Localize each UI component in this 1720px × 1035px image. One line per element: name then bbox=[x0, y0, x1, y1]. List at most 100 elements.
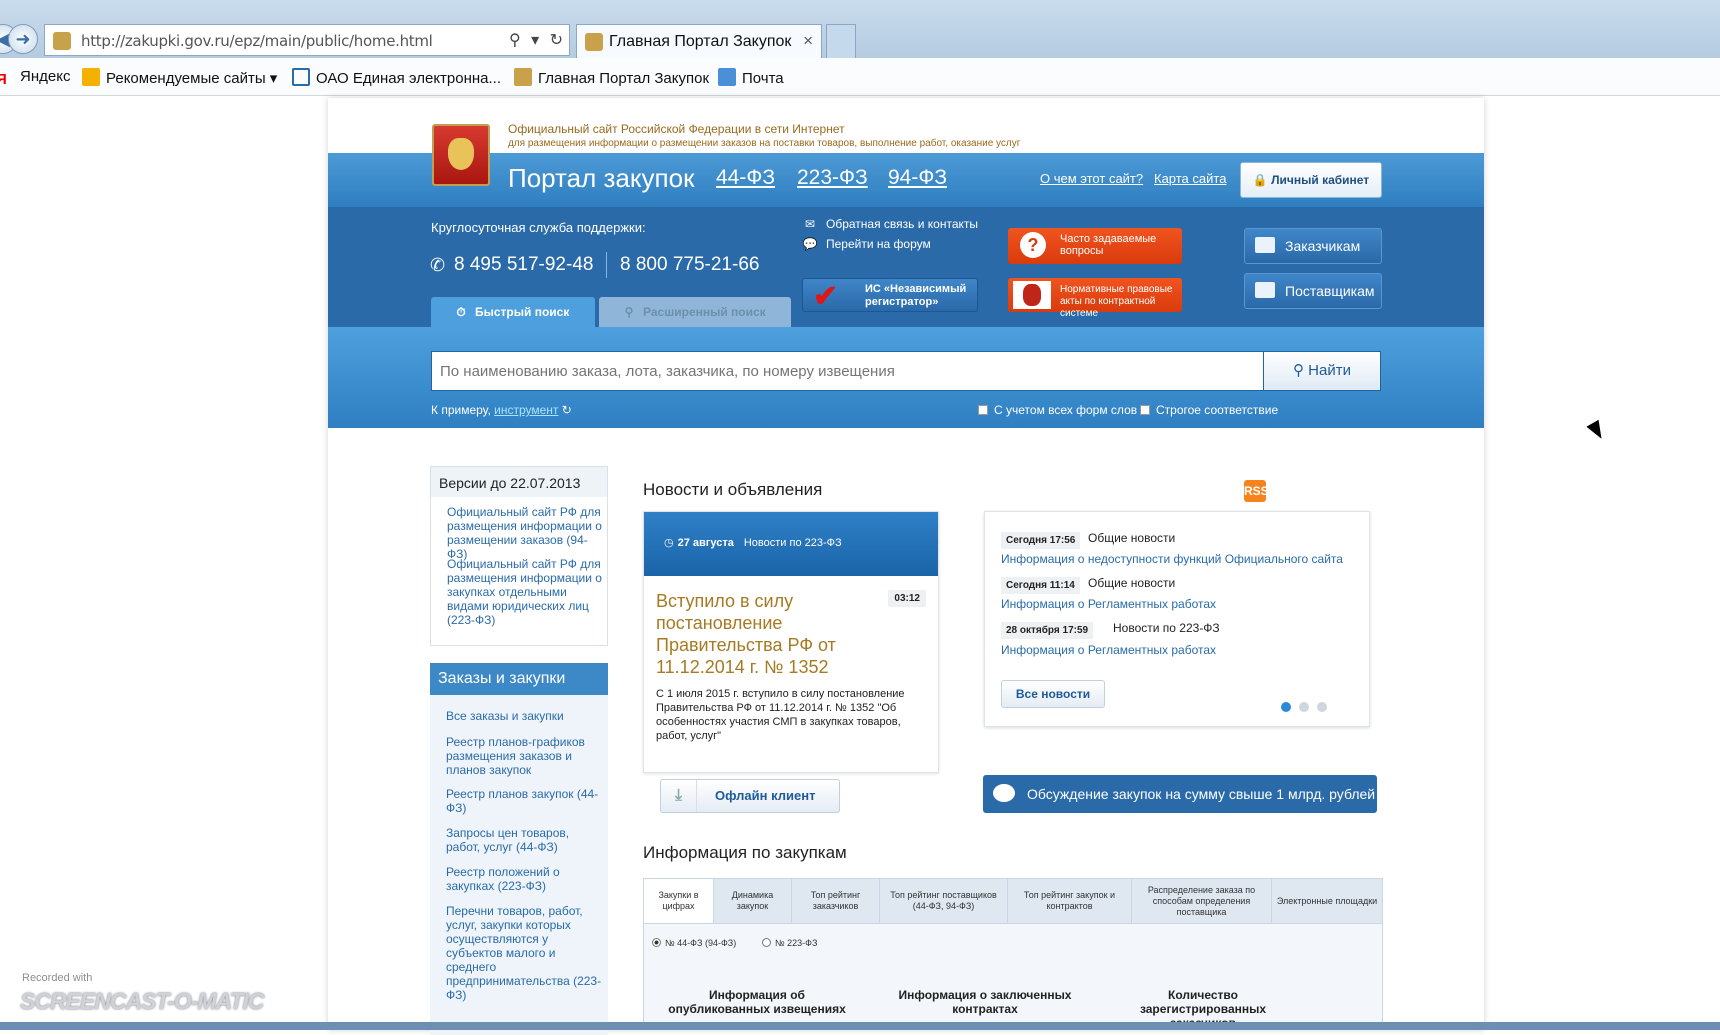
tab-dynamics[interactable]: Динамика закупок bbox=[714, 879, 792, 923]
featured-news-header: ◷ 27 августа Новости по 223-ФЗ bbox=[644, 512, 938, 576]
featured-news-time: 03:12 bbox=[888, 590, 926, 607]
site-favicon bbox=[53, 32, 71, 50]
mail-icon bbox=[718, 68, 736, 86]
version-link-223[interactable]: Официальный сайт РФ для размещения инфор… bbox=[447, 557, 603, 627]
orders-link-all[interactable]: Все заказы и закупки bbox=[446, 709, 602, 723]
feed-link-2[interactable]: Информация о Регламентных работах bbox=[1001, 597, 1216, 611]
law-link-223[interactable]: 223-ФЗ bbox=[797, 166, 868, 190]
customers-button[interactable]: Заказчикам bbox=[1244, 228, 1382, 264]
favorites-bar: Я Яндекс Рекомендуемые сайты ▾ ОАО Единая… bbox=[0, 58, 1720, 96]
feedback-link[interactable]: ✉ Обратная связь и контакты bbox=[802, 217, 978, 231]
support-phone-1: 8 495 517-92-48 bbox=[454, 254, 594, 275]
stopwatch-icon: ⏱ bbox=[456, 305, 466, 319]
offline-client-button[interactable]: ⤓ Офлайн клиент bbox=[660, 779, 840, 813]
strict-match-checkbox[interactable]: Строгое соответствие bbox=[1140, 403, 1278, 417]
dropdown-icon[interactable]: ▾ bbox=[531, 32, 539, 49]
feed-date-1: Сегодня 17:56 bbox=[1001, 532, 1081, 549]
personal-cabinet-button[interactable]: 🔒 Личный кабинет bbox=[1240, 162, 1382, 198]
mouse-cursor-icon bbox=[1586, 419, 1608, 443]
suppliers-button[interactable]: Поставщикам bbox=[1244, 273, 1382, 309]
carousel-dot-1[interactable] bbox=[1281, 702, 1291, 712]
info-col-contracts: Информация о заключенных контрактах bbox=[898, 988, 1072, 1016]
orders-link-plans-44[interactable]: Реестр планов закупок (44-ФЗ) bbox=[446, 787, 602, 815]
info-tabs: Закупки в цифрах Динамика закупок Топ ре… bbox=[643, 878, 1383, 924]
orders-link-smb-lists[interactable]: Перечни товаров, работ, услуг, закупки к… bbox=[446, 904, 602, 1002]
tab-e-platforms[interactable]: Электронные площадки bbox=[1272, 879, 1382, 923]
tab-distribution[interactable]: Распределение заказа по способам определ… bbox=[1132, 879, 1272, 923]
version-link-94[interactable]: Официальный сайт РФ для размещения инфор… bbox=[447, 505, 603, 561]
portal-icon bbox=[514, 68, 532, 86]
forward-button[interactable]: ➜ bbox=[8, 24, 38, 54]
tab-top-suppliers[interactable]: Топ рейтинг поставщиков (44-ФЗ, 94-ФЗ) bbox=[880, 879, 1008, 923]
coat-of-arms-logo[interactable] bbox=[432, 124, 490, 186]
info-col-notices: Информация об опубликованных извещениях bbox=[668, 988, 846, 1016]
carousel-dot-3[interactable] bbox=[1317, 702, 1327, 712]
forum-link[interactable]: 💬 Перейти на форум bbox=[802, 237, 931, 251]
browser-tab[interactable]: Главная Портал Закупок × bbox=[576, 24, 822, 58]
feed-link-1[interactable]: Информация о недоступности функций Офици… bbox=[1001, 552, 1343, 566]
faq-button[interactable]: ? Часто задаваемые вопросы bbox=[1008, 228, 1182, 264]
versions-title: Версии до 22.07.2013 bbox=[431, 467, 607, 497]
feed-date-3: 28 октября 17:59 bbox=[1001, 622, 1094, 639]
info-panel: № 44-ФЗ (94-ФЗ) № 223-ФЗ Информация об о… bbox=[643, 924, 1383, 1030]
support-label: Круглосуточная служба поддержки: bbox=[431, 220, 646, 235]
tab-title: Главная Портал Закупок bbox=[609, 33, 792, 50]
clock-icon: ◷ bbox=[664, 537, 674, 549]
law-link-44[interactable]: 44-ФЗ bbox=[716, 166, 775, 190]
all-forms-checkbox[interactable]: С учетом всех форм слов bbox=[978, 403, 1137, 417]
discussion-button[interactable]: Обсуждение закупок на сумму свыше 1 млрд… bbox=[983, 775, 1377, 813]
rss-icon[interactable]: RSS bbox=[1244, 480, 1269, 502]
feed-link-3[interactable]: Информация о Регламентных работах bbox=[1001, 643, 1216, 657]
refresh-icon[interactable]: ↻ bbox=[550, 32, 563, 49]
favorite-portal[interactable]: Главная Портал Закупок bbox=[514, 68, 709, 87]
favorite-mail[interactable]: Почта bbox=[718, 68, 784, 87]
normative-acts-button[interactable]: Нормативные правовые акты по контрактной… bbox=[1008, 278, 1182, 319]
featured-news-card[interactable]: ◷ 27 августа Новости по 223-ФЗ 03:12 Вступ… bbox=[643, 511, 939, 773]
orders-link-price-requests[interactable]: Запросы цен товаров, работ, услуг (44-ФЗ… bbox=[446, 826, 602, 854]
orders-link-plan-schedules[interactable]: Реестр планов-графиков размещения заказо… bbox=[446, 735, 602, 777]
tab-quick-search[interactable]: ⏱ Быстрый поиск bbox=[431, 297, 595, 327]
featured-news-headline[interactable]: Вступило в силу постановление Правительс… bbox=[656, 590, 884, 678]
favorite-yandex[interactable]: Я Яндекс bbox=[0, 68, 70, 89]
orders-link-regulations[interactable]: Реестр положений о закупках (223-ФЗ) bbox=[446, 865, 602, 893]
close-tab-icon[interactable]: × bbox=[803, 31, 813, 51]
portal-title[interactable]: Портал закупок bbox=[508, 163, 694, 194]
phone-divider bbox=[606, 252, 607, 278]
emblem-icon bbox=[1013, 281, 1051, 309]
law-link-94[interactable]: 94-ФЗ bbox=[888, 166, 947, 190]
favorite-ets[interactable]: ОАО Единая электронна... bbox=[292, 68, 501, 87]
watermark-caption: Recorded with bbox=[22, 972, 93, 984]
address-bar[interactable]: http://zakupki.gov.ru/epz/main/public/ho… bbox=[44, 24, 570, 56]
speech-bubble-icon bbox=[993, 784, 1015, 802]
example-link[interactable]: инструмент bbox=[494, 403, 558, 417]
orders-title: Заказы и закупки bbox=[430, 663, 608, 695]
radio-223fz[interactable]: № 223-ФЗ bbox=[762, 938, 817, 948]
phone-icon: ✆ bbox=[430, 255, 446, 275]
favorite-recommended[interactable]: Рекомендуемые сайты ▾ bbox=[82, 68, 277, 87]
tab-top-contracts[interactable]: Топ рейтинг закупок и контрактов bbox=[1008, 879, 1132, 923]
news-title: Новости и объявления bbox=[643, 480, 823, 499]
featured-news-body: С 1 июля 2015 г. вступило в силу постано… bbox=[656, 688, 905, 742]
about-link[interactable]: О чем этот сайт? bbox=[1040, 171, 1143, 186]
search-button[interactable]: ⚲ Найти bbox=[1263, 351, 1381, 391]
new-tab-button[interactable] bbox=[826, 24, 856, 58]
envelope-icon: ✉ bbox=[804, 217, 816, 231]
address-url[interactable]: http://zakupki.gov.ru/epz/main/public/ho… bbox=[81, 32, 433, 50]
radio-44fz[interactable]: № 44-ФЗ (94-ФЗ) bbox=[652, 938, 736, 948]
taskbar bbox=[0, 1022, 1720, 1030]
registrar-button[interactable]: ✔ ИС «Независимый регистратор» bbox=[802, 278, 978, 313]
all-news-button[interactable]: Все новости bbox=[1001, 680, 1105, 708]
feed-category-1: Общие новости bbox=[1088, 531, 1176, 545]
feed-date-2: Сегодня 11:14 bbox=[1001, 577, 1080, 594]
search-input[interactable] bbox=[431, 351, 1267, 391]
sitemap-link[interactable]: Карта сайта bbox=[1154, 171, 1226, 186]
refresh-example-icon[interactable]: ↻ bbox=[562, 403, 572, 417]
tab-top-customers[interactable]: Топ рейтинг заказчиков bbox=[792, 879, 880, 923]
tab-advanced-search[interactable]: ⚲ Расширенный поиск bbox=[599, 297, 791, 327]
site-container: Официальный сайт Российской Федерации в … bbox=[328, 98, 1484, 1035]
download-icon: ⤓ bbox=[661, 780, 697, 812]
search-icon[interactable]: ⚲ bbox=[509, 32, 521, 49]
carousel-dot-2[interactable] bbox=[1299, 702, 1309, 712]
info-title: Информация по закупкам bbox=[643, 843, 847, 862]
tab-stats[interactable]: Закупки в цифрах bbox=[644, 879, 714, 923]
